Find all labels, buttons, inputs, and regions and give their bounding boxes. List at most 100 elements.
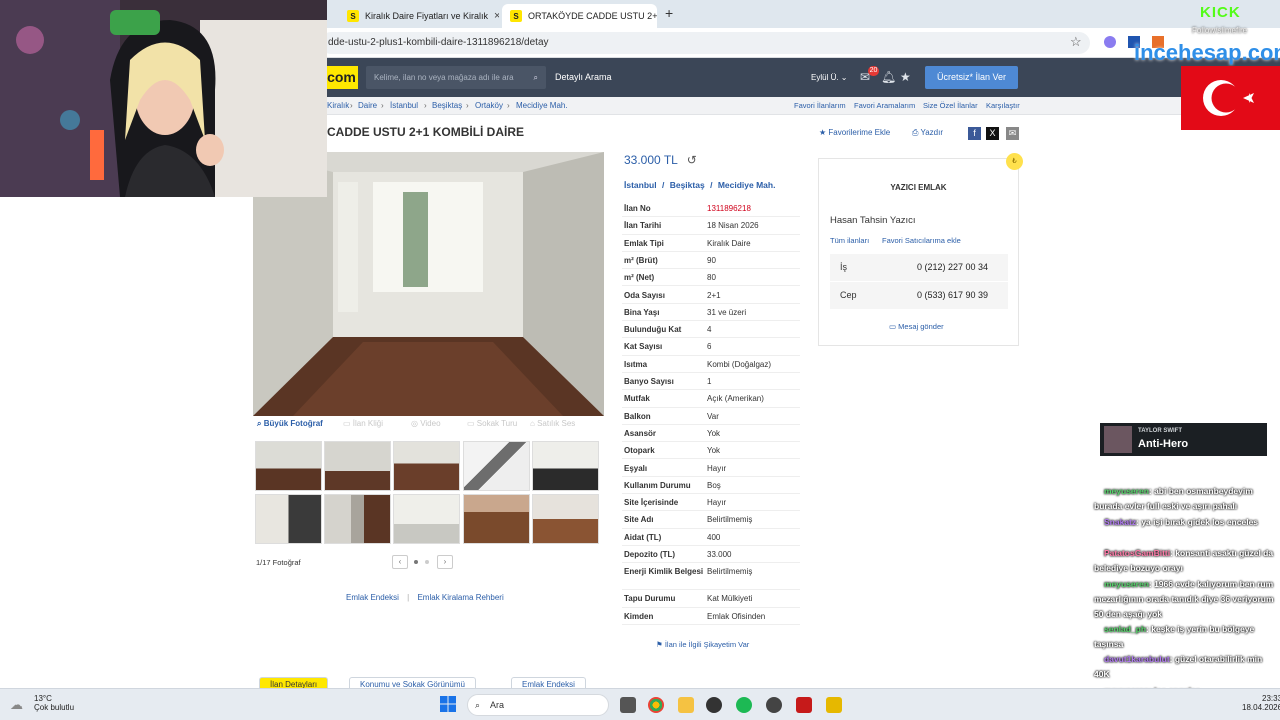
rental-guide-link[interactable]: Emlak Kiralama Rehberi — [417, 593, 503, 602]
photo-view-tabs: ⌕ Büyük Fotoğraf ▭ İlan Kliği ◎ Video ▭ … — [253, 419, 604, 435]
photo-thumbnail[interactable] — [393, 441, 460, 491]
favorite-searches-link[interactable]: Favori Aramalarım — [854, 97, 915, 115]
app-icon[interactable] — [796, 697, 812, 713]
page-title: CADDE USTU 2+1 KOMBİLİ DAİRE — [327, 125, 525, 139]
seller-person-name: Hasan Tahsin Yazıcı — [830, 215, 916, 226]
chrome-icon[interactable] — [648, 697, 664, 713]
obs-icon[interactable] — [766, 697, 782, 713]
location-separator: / — [710, 180, 713, 190]
task-view-icon[interactable] — [620, 697, 636, 713]
ad-click-tab[interactable]: ▭ İlan Kliği — [343, 419, 383, 428]
detail-value: 31 ve üzeri — [707, 307, 747, 317]
user-menu[interactable]: Eylül Ü. ⌄ — [811, 66, 848, 89]
compare-link[interactable]: Karşılaştır — [986, 97, 1020, 115]
next-photo-button[interactable]: › — [437, 555, 453, 569]
photo-thumbnail[interactable] — [324, 494, 391, 544]
detail-key: m² (Net) — [624, 273, 655, 283]
detail-row: Site İçerisinde Hayır — [622, 494, 800, 512]
free-ad-button[interactable]: Ücretsiz* İlan Ver — [925, 66, 1018, 89]
breadcrumb-item[interactable]: Beşiktaş — [432, 97, 462, 115]
photo-thumbnail[interactable] — [532, 494, 599, 544]
url-input[interactable]: dde-ustu-2-plus1-kombili-daire-131189621… — [320, 32, 1090, 54]
detail-key: Emlak Tipi — [624, 238, 664, 248]
add-favorite-link[interactable]: ★ Favorilerime Ekle — [819, 128, 890, 137]
bell-icon[interactable]: 🔔︎ — [881, 66, 896, 89]
x-twitter-icon[interactable]: X — [986, 127, 999, 140]
send-message-link[interactable]: ▭ Mesaj gönder — [889, 322, 944, 331]
close-icon[interactable]: × — [494, 10, 499, 22]
previous-photo-button[interactable]: ‹ — [392, 555, 408, 569]
site-logo[interactable]: com — [325, 66, 358, 89]
print-label: Yazdır — [920, 128, 944, 137]
photo-thumbnail[interactable] — [463, 441, 530, 491]
ad-click-label: İlan Kliği — [352, 419, 384, 428]
browser-tab-2-active[interactable]: S ORTAKÖYDE CADDE USTU 2+1 × — [502, 4, 657, 28]
chat-username[interactable]: meyuseren — [1104, 579, 1149, 589]
chat-username[interactable]: senlad_ph — [1104, 624, 1146, 634]
large-photo-label: Büyük Fotoğraf — [263, 419, 323, 428]
search-input[interactable]: Kelime, ilan no veya mağaza adı ile ara … — [366, 66, 546, 89]
location-city[interactable]: İstanbul — [624, 180, 657, 190]
link-separator: | — [407, 593, 410, 602]
video-tab[interactable]: ◎ Video — [411, 419, 441, 428]
taskbar-search[interactable]: ⌕ Ara — [467, 694, 609, 716]
browser-tab-1[interactable]: S Kiralık Daire Fiyatları ve Kiralık × — [339, 4, 499, 28]
favorite-seller-link[interactable]: Favori Satıcılarıma ekle — [882, 236, 961, 245]
windows-start-icon[interactable] — [440, 696, 456, 712]
photo-thumbnail[interactable] — [393, 494, 460, 544]
large-photo-tab[interactable]: ⌕ Büyük Fotoğraf — [257, 419, 323, 429]
bookmark-star-icon[interactable]: ☆ — [1070, 34, 1082, 50]
photo-thumbnail[interactable] — [324, 441, 391, 491]
spotify-icon[interactable] — [736, 697, 752, 713]
photo-thumbnail[interactable] — [463, 494, 530, 544]
photo-thumbnail[interactable] — [255, 441, 322, 491]
price-history-icon[interactable]: ↺ — [687, 153, 697, 167]
breadcrumb-item[interactable]: İstanbul — [390, 97, 418, 115]
flag-icon: ⚑ — [656, 640, 665, 649]
detail-value: Boş — [707, 480, 721, 490]
detailed-search-link[interactable]: Detaylı Arama — [555, 66, 612, 89]
location-neighborhood[interactable]: Mecidiye Mah. — [718, 180, 776, 190]
app-icon[interactable] — [826, 697, 842, 713]
street-tour-tab[interactable]: ▭ Sokak Turu — [467, 419, 517, 428]
print-link[interactable]: ⎙ Yazdır — [912, 128, 943, 138]
file-explorer-icon[interactable] — [678, 697, 694, 713]
seller-agency-name[interactable]: YAZICI EMLAK — [819, 183, 1018, 192]
new-tab-button[interactable]: + — [665, 5, 673, 21]
detail-key: Bulunduğu Kat — [624, 325, 682, 335]
chat-username[interactable]: davut1karabulut — [1104, 654, 1170, 664]
breadcrumb-item[interactable]: Ortaköy — [475, 97, 503, 115]
seller-info-box: YAZICI EMLAK Hasan Tahsin Yazıcı Tüm ila… — [818, 158, 1019, 346]
complaint-link[interactable]: ⚑ İlan ile İlgili Şikayetim Var — [656, 640, 749, 649]
breadcrumb-item[interactable]: Kiralık — [327, 97, 349, 115]
breadcrumb-item[interactable]: Mecidiye Mah. — [516, 97, 568, 115]
detail-key: Banyo Sayısı — [624, 377, 674, 386]
all-ads-link[interactable]: Tüm ilanları — [830, 236, 869, 245]
star-icon[interactable]: ★ — [900, 66, 911, 89]
photo-thumbnail[interactable] — [255, 494, 322, 544]
extension-icon[interactable] — [1104, 36, 1116, 48]
sale-sound-tab[interactable]: ⌂ Satılık Ses — [530, 419, 575, 428]
system-clock[interactable]: 23:33 18.04.2026 — [1242, 694, 1280, 712]
tab-label: Kiralık Daire Fiyatları ve Kiralık — [365, 11, 489, 21]
phone-number[interactable]: 0 (212) 227 00 34 — [917, 262, 988, 272]
weather-widget[interactable]: ☁ 13°C Çok bulutlu — [10, 694, 74, 712]
chat-username[interactable]: meyuseren — [1104, 486, 1149, 496]
location-district[interactable]: Beşiktaş — [670, 180, 705, 190]
chat-username[interactable]: Snakatz — [1104, 517, 1136, 527]
facebook-icon[interactable]: f — [968, 127, 981, 140]
real-estate-index-link[interactable]: Emlak Endeksi — [346, 593, 399, 602]
favorite-ads-link[interactable]: Favori İlanlarım — [794, 97, 846, 115]
email-share-icon[interactable]: ✉ — [1006, 127, 1019, 140]
app-icon[interactable] — [706, 697, 722, 713]
detail-value[interactable]: 1311896218 — [707, 204, 751, 213]
personalized-ads-link[interactable]: Size Özel İlanlar — [923, 97, 978, 115]
chat-message: meyuseren: 1966 evde kalıyorum ben rum m… — [1094, 577, 1280, 622]
windows-logo — [440, 696, 456, 712]
search-icon[interactable]: ⌕ — [534, 66, 538, 89]
breadcrumb-item[interactable]: Daire — [358, 97, 377, 115]
chat-username[interactable]: PatatosGamBitti — [1104, 548, 1170, 558]
photo-thumbnail[interactable] — [532, 441, 599, 491]
complaint-label: İlan ile İlgili Şikayetim Var — [664, 640, 750, 649]
phone-number[interactable]: 0 (533) 617 90 39 — [917, 290, 988, 300]
